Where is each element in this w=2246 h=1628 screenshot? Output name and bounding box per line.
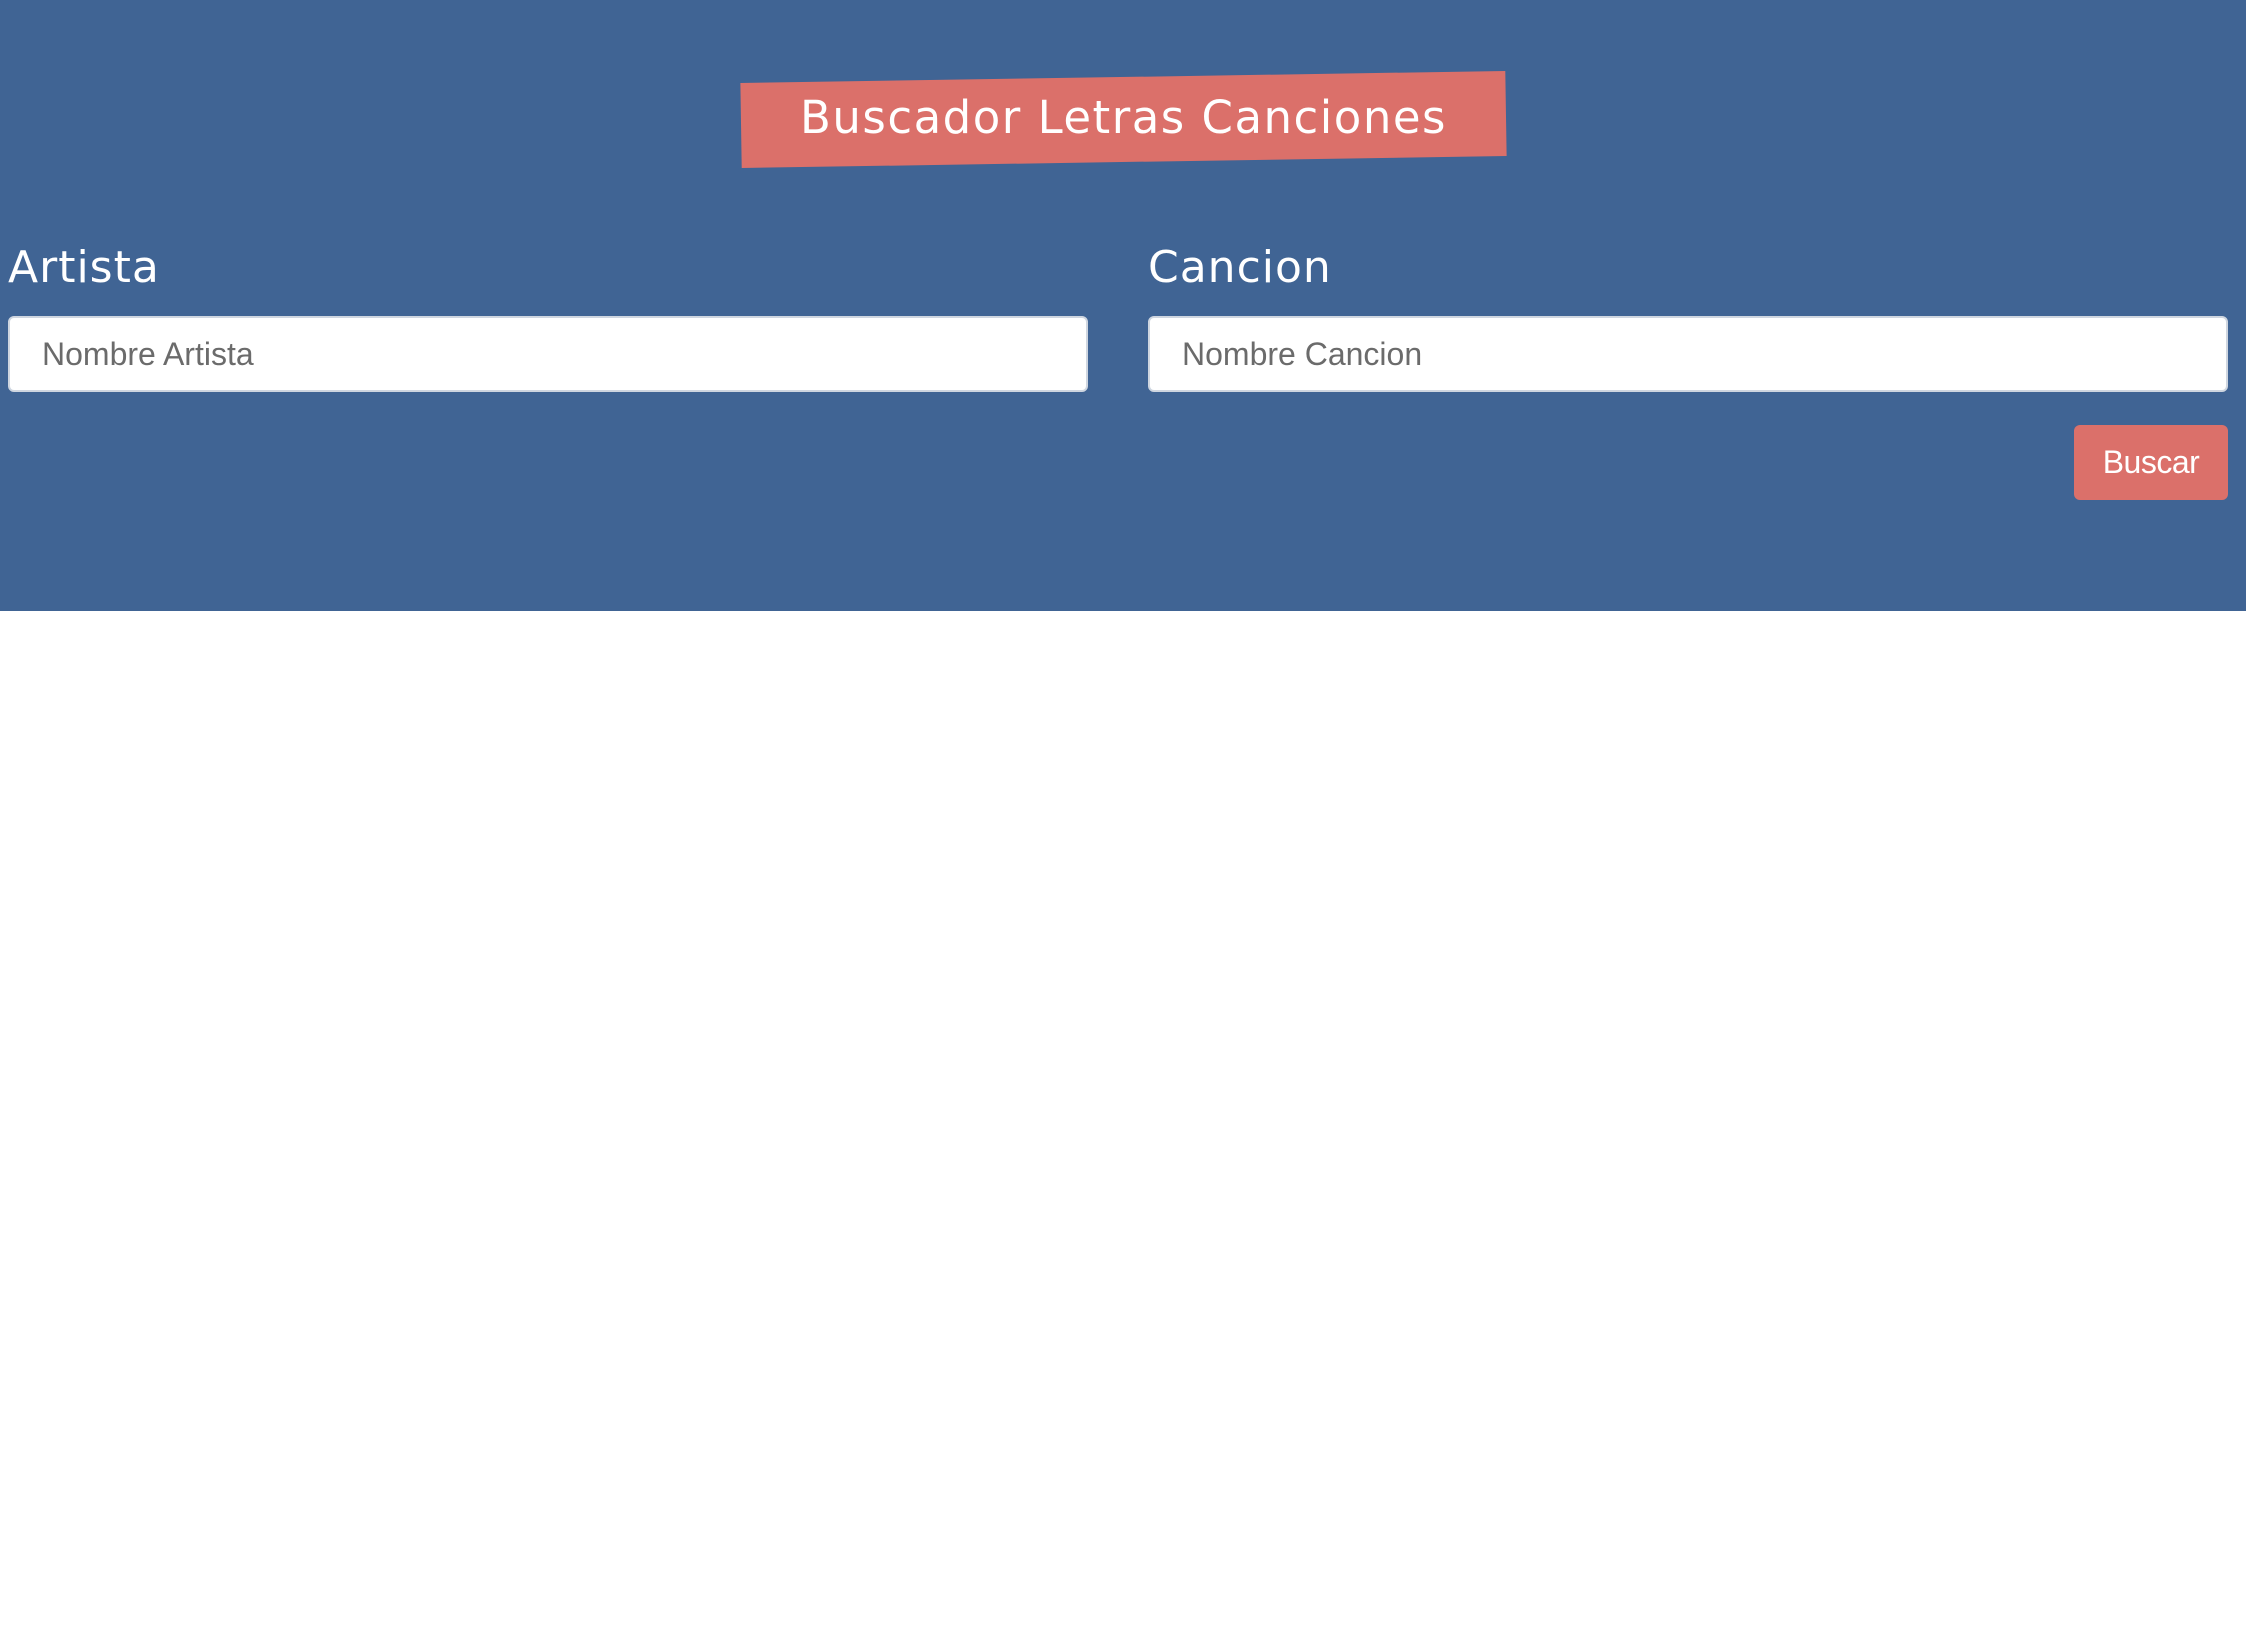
song-label: Cancion <box>1148 242 1332 293</box>
page-title: Buscador Letras Canciones <box>800 91 1447 144</box>
song-input[interactable] <box>1148 316 2228 392</box>
artist-label: Artista <box>8 242 160 293</box>
search-button[interactable]: Buscar <box>2074 425 2228 500</box>
artist-input[interactable] <box>8 316 1088 392</box>
hero-section: Buscador Letras Canciones Artista Cancio… <box>0 0 2246 611</box>
